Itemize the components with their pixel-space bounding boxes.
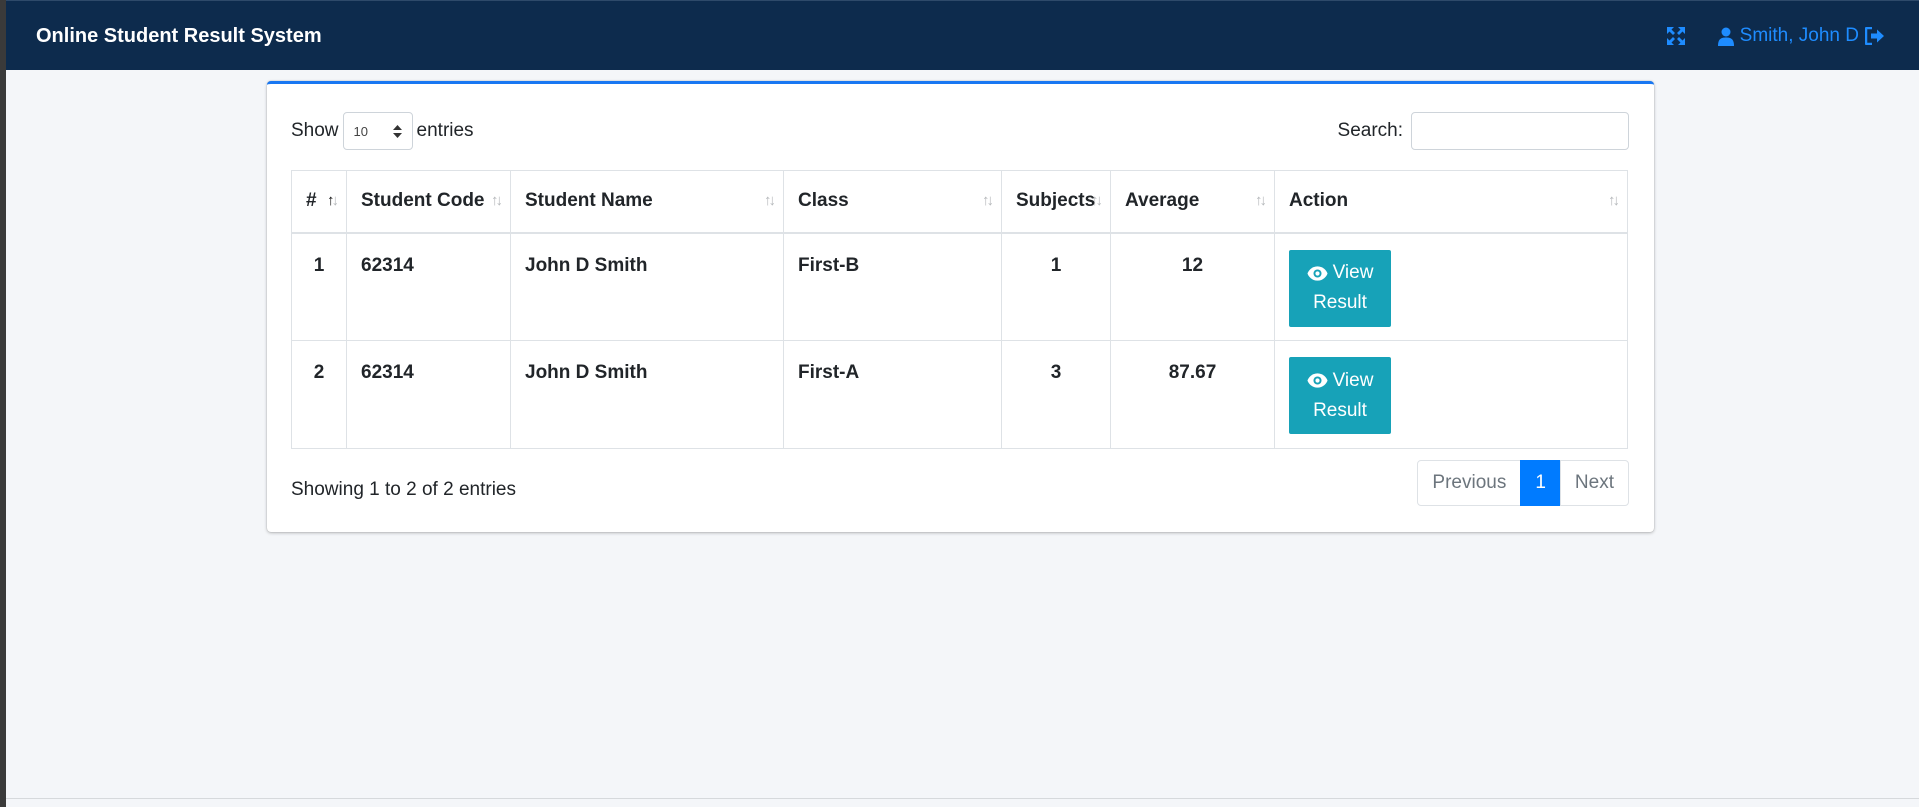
pagination-next[interactable]: Next bbox=[1559, 460, 1629, 506]
entries-label: entries bbox=[416, 120, 474, 141]
table-info: Showing 1 to 2 of 2 entries bbox=[291, 479, 516, 500]
user-name: Smith, John D bbox=[1739, 25, 1859, 46]
cell-student-name: John D Smith bbox=[510, 340, 784, 449]
show-label: Show bbox=[291, 120, 339, 141]
cell-subjects: 1 bbox=[1001, 232, 1111, 341]
eye-icon bbox=[1307, 265, 1328, 281]
view-result-label-2: Result bbox=[1313, 399, 1367, 421]
column-header-student-name[interactable]: Student Name ↑↓ bbox=[510, 170, 784, 234]
view-result-label-2: Result bbox=[1313, 292, 1367, 313]
window-edge bbox=[0, 0, 6, 807]
sort-icon: ↑↓ bbox=[1608, 192, 1620, 209]
cell-number: 2 bbox=[291, 340, 347, 449]
cell-average: 12 bbox=[1110, 232, 1275, 341]
cell-student-code: 62314 bbox=[346, 340, 511, 449]
cell-class: First-A bbox=[783, 340, 1002, 449]
column-header-label: # bbox=[306, 190, 317, 212]
table-header-row: # ↑↓ Student Code ↑↓ Student Name ↑↓ Cla… bbox=[291, 170, 1628, 234]
sort-icon: ↑↓ bbox=[764, 192, 776, 209]
search-input[interactable] bbox=[1411, 112, 1629, 150]
column-header-label: Student Name bbox=[525, 190, 653, 212]
column-header-number[interactable]: # ↑↓ bbox=[291, 170, 347, 234]
cell-class: First-B bbox=[783, 232, 1002, 341]
sort-icon: ↑↓ bbox=[982, 192, 994, 209]
entries-select[interactable]: 10 bbox=[342, 112, 413, 150]
pagination-page-1[interactable]: 1 bbox=[1520, 460, 1561, 506]
sort-ascending-icon: ↑↓ bbox=[327, 192, 339, 209]
eye-icon bbox=[1307, 373, 1328, 388]
view-result-button[interactable]: View Result bbox=[1289, 249, 1391, 327]
search-control: Search: bbox=[1338, 112, 1629, 150]
user-menu-link[interactable]: Smith, John D bbox=[1717, 25, 1885, 47]
view-result-label-1: View bbox=[1332, 262, 1374, 283]
entries-select-value: 10 bbox=[353, 123, 368, 139]
column-header-label: Subjects bbox=[1016, 190, 1096, 212]
table-row: 2 62314 John D Smith First-A 3 87.67 Vie… bbox=[291, 340, 1628, 449]
top-navbar: Online Student Result System Smith, John… bbox=[6, 0, 1919, 70]
expand-arrows-icon bbox=[1667, 27, 1685, 45]
view-result-button[interactable]: View Result bbox=[1289, 357, 1391, 434]
search-label: Search: bbox=[1337, 120, 1403, 141]
results-card: Show 10 entries Search: # ↑↓ Student Cod… bbox=[267, 81, 1654, 532]
cell-average: 87.67 bbox=[1110, 340, 1275, 449]
cell-student-name: John D Smith bbox=[510, 232, 784, 341]
column-header-label: Class bbox=[798, 190, 849, 212]
user-icon bbox=[1717, 27, 1734, 46]
column-header-class[interactable]: Class ↑↓ bbox=[783, 170, 1002, 234]
footer-divider bbox=[6, 798, 1919, 799]
cell-subjects: 3 bbox=[1001, 340, 1111, 449]
pagination-previous[interactable]: Previous bbox=[1417, 460, 1522, 506]
column-header-average[interactable]: Average ↑↓ bbox=[1110, 170, 1275, 234]
cell-action: View Result bbox=[1274, 340, 1628, 449]
brand-title: Online Student Result System bbox=[36, 25, 322, 47]
sort-icon: ↑↓ bbox=[491, 192, 503, 209]
cell-student-code: 62314 bbox=[346, 232, 511, 341]
view-result-line1: View bbox=[1307, 366, 1374, 396]
pagination: Previous 1 Next bbox=[1417, 460, 1629, 506]
sort-icon: ↑↓ bbox=[1255, 192, 1267, 209]
column-header-label: Action bbox=[1289, 190, 1349, 212]
select-caret-icon bbox=[392, 124, 402, 138]
column-header-student-code[interactable]: Student Code ↑↓ bbox=[346, 170, 511, 234]
table-row: 1 62314 John D Smith First-B 1 12 View R… bbox=[291, 232, 1628, 341]
cell-number: 1 bbox=[291, 232, 347, 341]
column-header-label: Average bbox=[1125, 190, 1200, 212]
view-result-line1: View bbox=[1307, 258, 1374, 288]
sort-icon: ↑↓ bbox=[1091, 192, 1103, 209]
sign-out-icon bbox=[1865, 27, 1884, 45]
fullscreen-button[interactable] bbox=[1665, 25, 1687, 47]
cell-action: View Result bbox=[1274, 232, 1628, 341]
view-result-label-1: View bbox=[1332, 369, 1374, 391]
column-header-subjects[interactable]: Subjects ↑↓ bbox=[1001, 170, 1111, 234]
entries-length-control: Show 10 entries bbox=[291, 112, 474, 150]
results-table: # ↑↓ Student Code ↑↓ Student Name ↑↓ Cla… bbox=[291, 170, 1628, 449]
column-header-label: Student Code bbox=[361, 190, 485, 212]
column-header-action[interactable]: Action ↑↓ bbox=[1274, 170, 1628, 234]
